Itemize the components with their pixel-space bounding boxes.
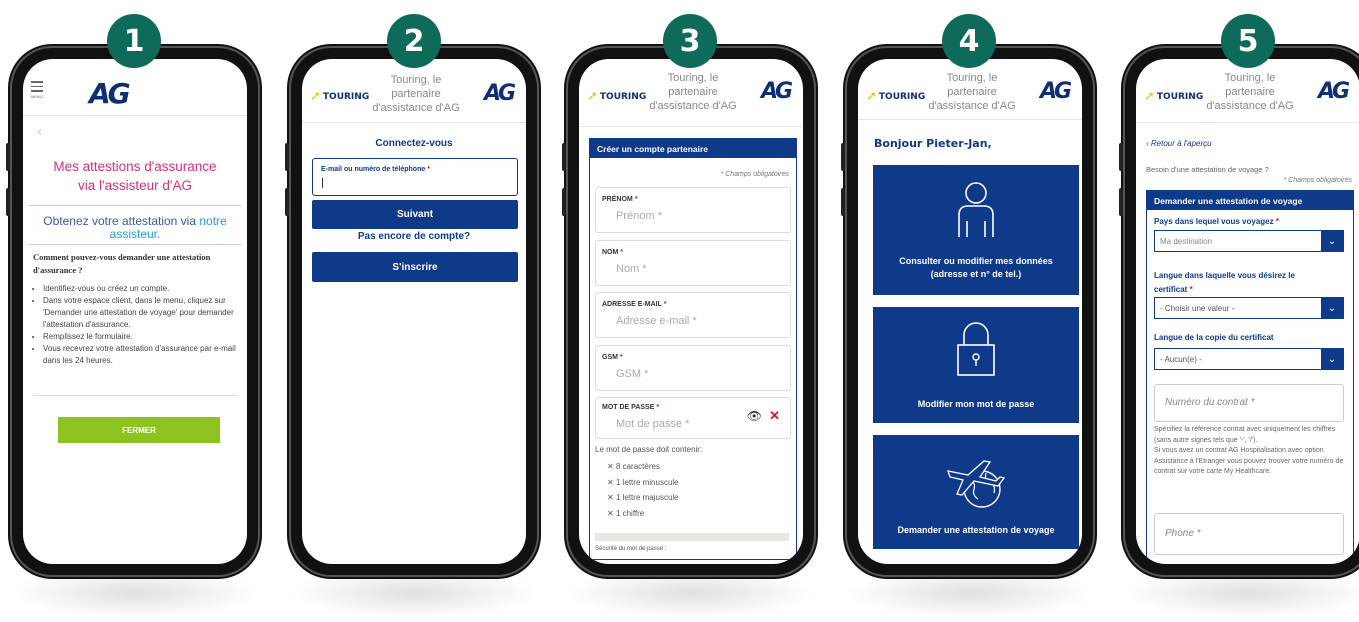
chevron-down-icon: ⌄ [1321,349,1343,369]
panel-title: Demander une attestation de voyage [1154,196,1303,206]
touring-swoosh-icon: ➚ [1144,89,1155,104]
touring-logo: ➚ TOURING [866,89,926,104]
back-chevron-icon[interactable]: ‹ [37,123,42,141]
touring-logo: ➚ TOURING [1144,89,1204,104]
ag-logo: AG [761,79,793,104]
globe-plane-icon [947,460,1006,508]
menu-icon[interactable]: MENU [31,81,43,99]
back-link[interactable]: ‹ Retour à l'aperçu [1146,139,1212,148]
list-item: ✕ 1 chiffre [607,508,645,518]
ag-logo: AG [89,77,131,110]
contract-help-text: Spécifiez la référence contrat avec uniq… [1154,426,1344,475]
phone-3: ➚ TOURING Touring, le partenaire d'assista… [562,48,814,575]
step-badge-1: 1 [107,14,161,68]
tile-edit-profile[interactable]: Consulter ou modifier mes données (adres… [873,165,1079,295]
page-title: Mes attestions d'assurance via l'assiste… [53,159,217,193]
cross-icon: ✕ [607,508,614,518]
phone-4: ➚ TOURING Touring, le partenaire d'assista… [841,48,1093,575]
email-field[interactable]: ADRESSE E-MAIL * Adresse e-mail * [595,292,791,338]
cross-icon: ✕ [607,493,614,502]
gsm-field[interactable]: GSM * GSM * [595,345,791,391]
screen-travel-form: ➚ TOURING Touring, le partenaire d'assista… [1136,59,1359,564]
password-rules: ✕ 8 caractères ✕ 1 lettre minuscule ✕ 1 … [607,459,679,521]
tile-change-password[interactable]: Modifier mon mot de passe [873,307,1079,423]
touring-swoosh-icon: ➚ [866,89,877,104]
country-label: Pays dans lequel vous voyagez * [1154,217,1279,226]
panel-title: Créer un compte partenaire [597,144,709,154]
country-select[interactable]: Ma destination ⌄ [1154,230,1344,252]
list-item: Remplissez le formulaire. [43,331,247,343]
touring-logo: ➚ TOURING [587,89,647,104]
assisteur-link-2[interactable]: assisteur. [110,227,161,241]
email-field[interactable]: E-mail ou numéro de téléphone * [312,158,518,196]
touring-tagline: Touring, le partenaire d'assistance d'AG [1206,72,1294,112]
need-text: Besoin d'une attestation de voyage ? [1146,165,1269,174]
step-badge-4: 4 [942,14,996,68]
phone-1: MENU AG ‹ Mes attestions d'assurance via… [6,48,258,575]
language-label: Langue dans laquelle vous désirez le cer… [1154,271,1295,294]
login-heading: Connectez-vous [375,138,453,149]
person-icon [958,182,994,237]
touring-swoosh-icon: ➚ [587,89,598,104]
close-button[interactable]: FERMER [58,417,220,443]
chevron-down-icon: ⌄ [1321,298,1343,318]
ag-logo: AG [484,81,516,106]
greeting: Bonjour Pieter-Jan, [874,137,992,150]
required-note: * Champs obligatoires [720,171,789,178]
required-note: * Champs obligatoires [1283,177,1352,184]
padlock-icon [957,322,995,376]
no-account-text: Pas encore de compte? [357,231,471,242]
tile-travel-certificate[interactable]: Demander une attestation de voyage [873,435,1079,549]
firstname-field[interactable]: PRÉNOM * Prénom * [595,187,791,233]
copy-language-select[interactable]: - Aucun(e) - ⌄ [1154,348,1344,370]
screen-login: ➚ TOURING Touring, le partenaire d'assista… [302,59,526,564]
copy-language-label: Langue de la copie du certificat [1154,333,1274,342]
chevron-down-icon: ⌄ [1321,231,1343,251]
menu-label: MENU [31,93,43,99]
next-button[interactable]: Suivant [312,200,518,229]
list-item: ✕ 1 lettre minuscule [607,477,679,487]
phone-5: ➚ TOURING Touring, le partenaire d'assista… [1119,48,1359,575]
eye-icon[interactable]: 👁 [747,409,762,423]
password-security-label: Sécurité du mot de passe : [595,546,667,552]
step-badge-3: 3 [663,14,717,68]
register-button[interactable]: S'inscrire [312,252,518,282]
ag-logo: AG [1040,79,1072,104]
language-select[interactable]: - Choisir une valeur - ⌄ [1154,297,1344,319]
contract-number-field[interactable]: Numéro du contrat * [1154,384,1344,422]
assisteur-link[interactable]: notre [199,214,226,228]
list-item: ✕ 8 caractères [607,462,660,471]
panel-header: Demander une attestation de voyage [1146,190,1354,210]
screen-create-account: ➚ TOURING Touring, le partenaire d'assista… [579,59,803,564]
strength-bar [595,533,789,541]
password-field[interactable]: MOT DE PASSE * Mot de passe * 👁 ✕ [595,397,791,439]
chevron-left-icon: ‹ [1146,139,1149,148]
list-item: Identifiez-vous ou créez un compte. [43,283,247,295]
step-badge-5: 5 [1221,14,1275,68]
screen-info: MENU AG ‹ Mes attestions d'assurance via… [23,59,247,564]
email-field-label: E-mail ou numéro de téléphone * [321,166,430,173]
list-item: ✕ 1 lettre majuscule [607,493,679,502]
password-rules-title: Le mot de passe doit contenir: [595,445,703,454]
touring-tagline: Touring, le partenaire d'assistance d'AG [928,72,1016,112]
instructions-question: Comment pouvez-vous demander une attesta… [33,252,211,275]
phone-2: ➚ TOURING Touring, le partenaire d'assista… [285,48,537,575]
touring-swoosh-icon: ➚ [310,89,321,104]
touring-tagline: Touring, le partenaire d'assistance d'AG [649,72,737,112]
cross-icon: ✕ [607,477,614,487]
list-item: Dans votre espace client, dans le menu, … [43,295,247,331]
clear-icon[interactable]: ✕ [769,408,780,424]
list-item: Vous recevrez votre attestation d'assura… [43,343,247,367]
touring-tagline: Touring, le partenaire d'assistance d'AG [372,74,460,114]
phone-field[interactable]: Phone * [1154,513,1344,555]
touring-logo: ➚ TOURING [310,89,370,104]
subtitle: Obtenez votre attestation via notre assi… [43,214,227,241]
lastname-field[interactable]: NOM * Nom * [595,240,791,286]
instructions-list: Identifiez-vous ou créez un compte. Dans… [33,283,247,367]
ag-logo: AG [1318,79,1350,104]
panel-header: Créer un compte partenaire [589,138,797,158]
step-badge-2: 2 [387,14,441,68]
cross-icon: ✕ [607,462,614,471]
screen-dashboard: ➚ TOURING Touring, le partenaire d'assista… [858,59,1082,564]
